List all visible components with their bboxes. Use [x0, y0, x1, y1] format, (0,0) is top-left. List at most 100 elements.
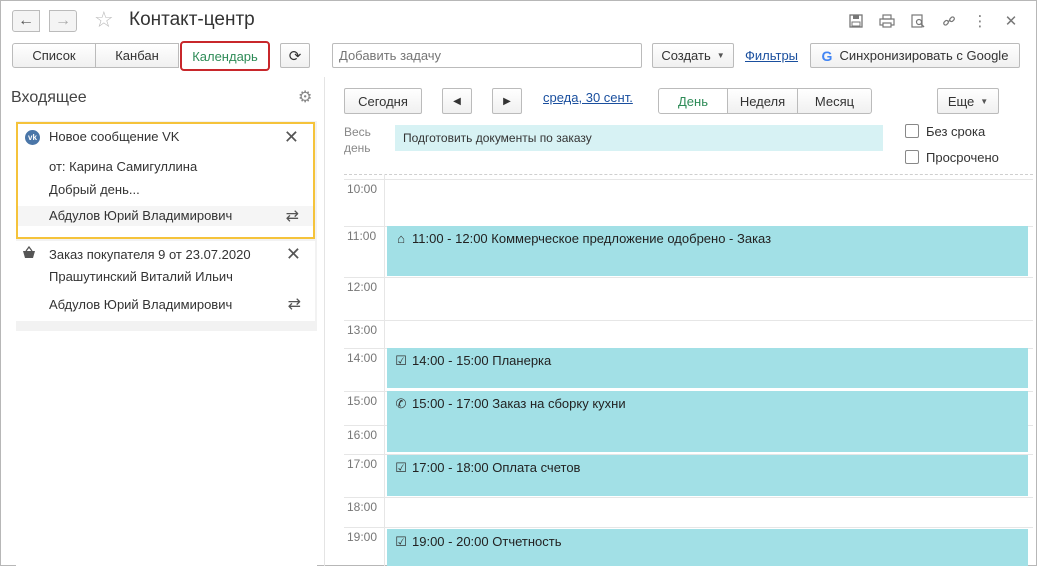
hour-label: 19:00 [347, 530, 378, 544]
calendar-event[interactable]: ☑ 19:00 - 20:00 Отчетность [387, 529, 1028, 566]
all-day-event[interactable]: Подготовить документы по заказу [395, 125, 883, 151]
hour-row: 13:00 [344, 320, 1033, 337]
overdue-checkbox[interactable] [905, 150, 919, 164]
favorite-star-icon[interactable]: ☆ [94, 7, 114, 33]
hour-label: 18:00 [347, 500, 378, 514]
view-day-button[interactable]: День [658, 88, 728, 114]
event-time: 11:00 - 12:00 [412, 231, 488, 246]
inbox-empty-area [16, 331, 317, 566]
arrow-left-icon: ← [18, 12, 34, 29]
filters-link[interactable]: Фильтры [745, 48, 798, 63]
triangle-right-icon: ▶ [503, 95, 511, 107]
hour-row: 10:00 [344, 179, 1033, 196]
inbox-title: Входящее [11, 89, 87, 106]
no-deadline-label[interactable]: Без срока [926, 124, 985, 139]
view-list-button[interactable]: Список [12, 43, 96, 68]
add-task-input[interactable] [332, 43, 642, 68]
event-title: Коммерческое предложение одобрено - Зака… [491, 231, 772, 246]
prev-day-button[interactable]: ◀ [442, 88, 472, 114]
reassign-icon[interactable]: ⇄ [286, 206, 299, 226]
create-button-label: Создать [661, 48, 711, 63]
preview-icon[interactable] [907, 10, 929, 32]
calendar-event[interactable]: ✆ 15:00 - 17:00 Заказ на сборку кухни [387, 391, 1028, 452]
more-button[interactable]: Еще ▼ [937, 88, 999, 114]
inbox-item-assignee: Абдулов Юрий Владимирович [49, 297, 233, 312]
hour-label: 10:00 [347, 182, 378, 196]
task-icon: ☑ [395, 534, 407, 549]
inbox-item-from: от: Карина Самигуллина [49, 159, 198, 174]
view-calendar-button[interactable]: Календарь [180, 41, 270, 71]
inbox-item-title: Заказ покупателя 9 от 23.07.2020 [49, 247, 251, 262]
basket-icon [22, 245, 36, 262]
close-window-icon[interactable]: ✕ [1000, 10, 1022, 32]
event-time: 17:00 - 18:00 [412, 460, 489, 475]
window-toolbar: ⋮ ✕ [845, 10, 1022, 32]
gear-icon[interactable]: ⚙ [298, 87, 312, 107]
hour-label: 13:00 [347, 323, 378, 337]
print-icon[interactable] [876, 10, 898, 32]
event-time: 14:00 - 15:00 [412, 353, 489, 368]
more-button-label: Еще [947, 93, 975, 109]
close-icon[interactable]: ✕ [286, 244, 301, 265]
hour-row: 18:00 [344, 497, 1033, 514]
next-day-button[interactable]: ▶ [492, 88, 522, 114]
current-date-link[interactable]: среда, 30 сент. [543, 90, 633, 105]
hour-row: 19:00 [344, 527, 1033, 544]
hour-label: 16:00 [347, 428, 378, 442]
refresh-button[interactable]: ⟳ [280, 43, 310, 68]
home-icon: ⌂ [397, 231, 405, 246]
grid-top-line [344, 174, 1033, 175]
view-kanban-button[interactable]: Канбан [95, 43, 179, 68]
inbox-item[interactable]: Заказ покупателя 9 от 23.07.2020 ✕ Прашу… [16, 241, 315, 321]
sync-google-button[interactable]: G Синхронизировать с Google [810, 43, 1020, 68]
inbox-item-title: Новое сообщение VK [49, 129, 180, 144]
time-gutter-line [384, 174, 385, 566]
inbox-item-preview: Добрый день... [49, 182, 140, 197]
window-title: Контакт-центр [129, 9, 255, 30]
day-time-grid[interactable]: 10:00 11:00 12:00 13:00 14:00 15:00 16:0… [344, 174, 1033, 566]
hour-row: 12:00 [344, 277, 1033, 294]
create-button[interactable]: Создать ▼ [652, 43, 734, 68]
view-month-button[interactable]: Месяц [797, 88, 872, 114]
calendar-event[interactable]: ☑ 14:00 - 15:00 Планерка [387, 348, 1028, 388]
hour-label: 11:00 [347, 229, 377, 243]
refresh-icon: ⟳ [288, 47, 302, 65]
overdue-label[interactable]: Просрочено [926, 150, 999, 165]
event-title: Оплата счетов [492, 460, 581, 475]
triangle-left-icon: ◀ [453, 95, 461, 107]
arrow-right-icon: → [55, 12, 71, 29]
no-deadline-checkbox[interactable] [905, 124, 919, 138]
view-week-button[interactable]: Неделя [727, 88, 798, 114]
save-icon[interactable] [845, 10, 867, 32]
event-title: Заказ на сборку кухни [492, 396, 626, 411]
link-icon[interactable] [938, 10, 960, 32]
google-icon: G [821, 47, 833, 64]
sync-google-label: Синхронизировать с Google [839, 48, 1009, 63]
inbox-item-assignee: Абдулов Юрий Владимирович [49, 208, 233, 223]
chevron-down-icon: ▼ [716, 51, 725, 60]
hour-label: 17:00 [347, 457, 378, 471]
today-button[interactable]: Сегодня [344, 88, 422, 114]
reassign-icon[interactable]: ⇄ [288, 294, 301, 314]
hour-label: 14:00 [347, 351, 378, 365]
hour-label: 12:00 [347, 280, 378, 294]
all-day-label: Весь день [344, 125, 371, 155]
event-title: Отчетность [492, 534, 562, 549]
back-button[interactable]: ← [12, 10, 40, 32]
panel-divider[interactable] [324, 77, 325, 566]
window: ← → ☆ Контакт-центр ⋮ ✕ Список Канбан Ка… [0, 0, 1037, 566]
task-icon: ☑ [395, 353, 407, 368]
event-time: 15:00 - 17:00 [412, 396, 489, 411]
event-time: 19:00 - 20:00 [412, 534, 489, 549]
calendar-event[interactable]: ☑ 17:00 - 18:00 Оплата счетов [387, 455, 1028, 496]
hour-label: 15:00 [347, 394, 378, 408]
more-vertical-icon[interactable]: ⋮ [969, 10, 991, 32]
inbox-item[interactable]: vk Новое сообщение VK ✕ от: Карина Самиг… [16, 122, 315, 239]
forward-button[interactable]: → [49, 10, 77, 32]
task-icon: ☑ [395, 460, 407, 475]
phone-icon: ✆ [395, 396, 407, 411]
chevron-down-icon: ▼ [980, 96, 989, 106]
vk-icon: vk [25, 130, 40, 145]
close-icon[interactable]: ✕ [284, 127, 299, 148]
calendar-event[interactable]: ⌂ 11:00 - 12:00 Коммерческое предложение … [387, 226, 1028, 276]
